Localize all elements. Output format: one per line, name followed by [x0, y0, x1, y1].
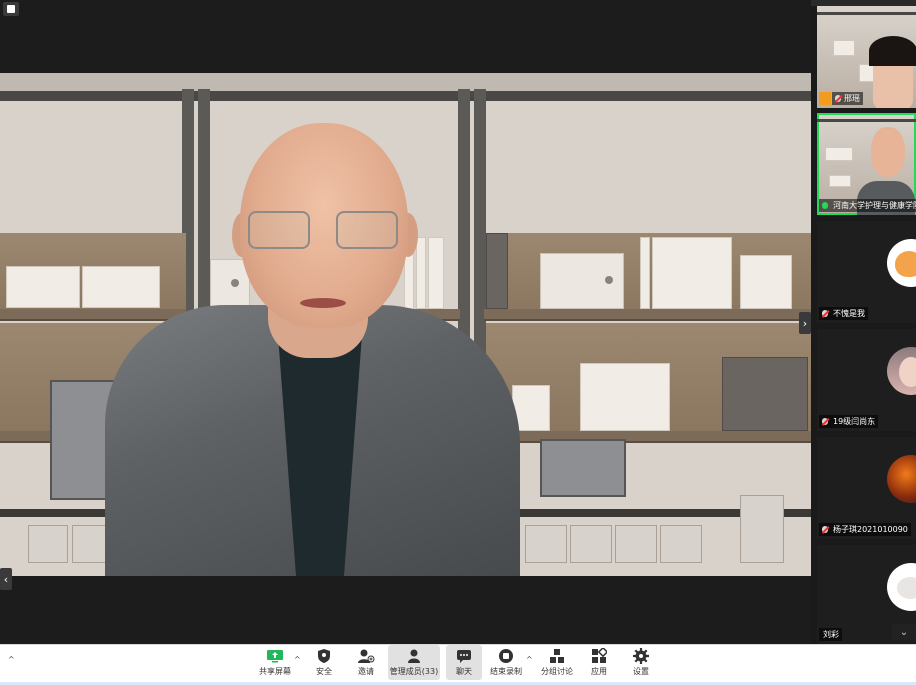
participant-tile[interactable]: 杨子琪2021010090: [817, 437, 916, 539]
audio-options-caret[interactable]: ^: [8, 655, 15, 664]
meeting-toolbar: ^ 共享屏幕 ^ 安全 邀请 管理成员(33) 聊天 结束录制 ^ 分组讨论 应…: [0, 644, 916, 685]
participant-name: 杨子琪2021010090: [833, 525, 908, 534]
mic-active-icon: [822, 202, 828, 209]
view-toggle-button[interactable]: [3, 2, 19, 16]
participant-tile-active[interactable]: 河南大学护理与健康学院: [817, 113, 916, 215]
shield-icon: [315, 648, 333, 664]
participant-face: [871, 127, 905, 177]
participant-name: 河南大学护理与健康学院: [833, 201, 916, 210]
meeting-window: ‹ › 邢瑶 河南大学护理与健康学院 不愧是我 19级闫尚东 杨子琪202101…: [0, 0, 916, 685]
participant-name: 刘彩: [823, 630, 839, 639]
add-user-icon: [357, 648, 375, 664]
mic-muted-icon: [822, 526, 828, 533]
participant-name: 不愧是我: [833, 309, 865, 318]
gallery-scroll-down-button[interactable]: ⌄: [892, 624, 916, 640]
share-screen-icon: [266, 648, 284, 664]
cat-avatar: [887, 563, 916, 611]
settings-button[interactable]: 设置: [628, 645, 654, 680]
host-icon: [819, 92, 831, 105]
share-options-caret[interactable]: ^: [294, 655, 301, 664]
participant-name: 19级闫尚东: [833, 417, 876, 426]
participant-tile[interactable]: 不愧是我: [817, 221, 916, 323]
manage-participants-button[interactable]: 管理成员(33): [388, 645, 440, 680]
mic-muted-icon: [835, 95, 841, 102]
breakout-rooms-button[interactable]: 分组讨论: [540, 645, 574, 680]
gallery-next-button[interactable]: ›: [799, 312, 811, 334]
speaker-video: [0, 73, 811, 576]
chevron-right-icon: ›: [802, 316, 808, 330]
participant-tile[interactable]: 19级闫尚东: [817, 329, 916, 431]
breakout-icon: [548, 648, 566, 664]
mic-muted-icon: [822, 310, 828, 317]
fox-avatar: [887, 239, 916, 287]
chevron-left-icon: ‹: [3, 572, 9, 586]
gallery-prev-button[interactable]: ‹: [0, 568, 12, 590]
chat-bubble-icon: [455, 648, 473, 664]
chevron-down-icon: ⌄: [899, 626, 909, 638]
security-button[interactable]: 安全: [309, 645, 339, 680]
planet-avatar: [887, 455, 916, 503]
share-screen-button[interactable]: 共享屏幕: [256, 645, 294, 680]
gear-icon: [632, 648, 650, 664]
main-speaker-stage: ‹ ›: [0, 0, 811, 644]
stop-recording-button[interactable]: 结束录制: [488, 645, 524, 680]
record-options-caret[interactable]: ^: [526, 655, 533, 664]
apps-button[interactable]: 应用: [586, 645, 612, 680]
invite-button[interactable]: 邀请: [351, 645, 381, 680]
apps-grid-icon: [590, 648, 608, 664]
participant-gallery: 邢瑶 河南大学护理与健康学院 不愧是我 19级闫尚东 杨子琪2021010090…: [811, 0, 916, 644]
participant-name: 邢瑶: [844, 94, 860, 103]
portrait-avatar: [887, 347, 916, 395]
record-stop-icon: [497, 648, 515, 664]
mic-muted-icon: [822, 418, 828, 425]
participant-tile[interactable]: 邢瑶: [817, 6, 916, 108]
chat-button[interactable]: 聊天: [446, 645, 482, 680]
participants-icon: [405, 648, 423, 664]
